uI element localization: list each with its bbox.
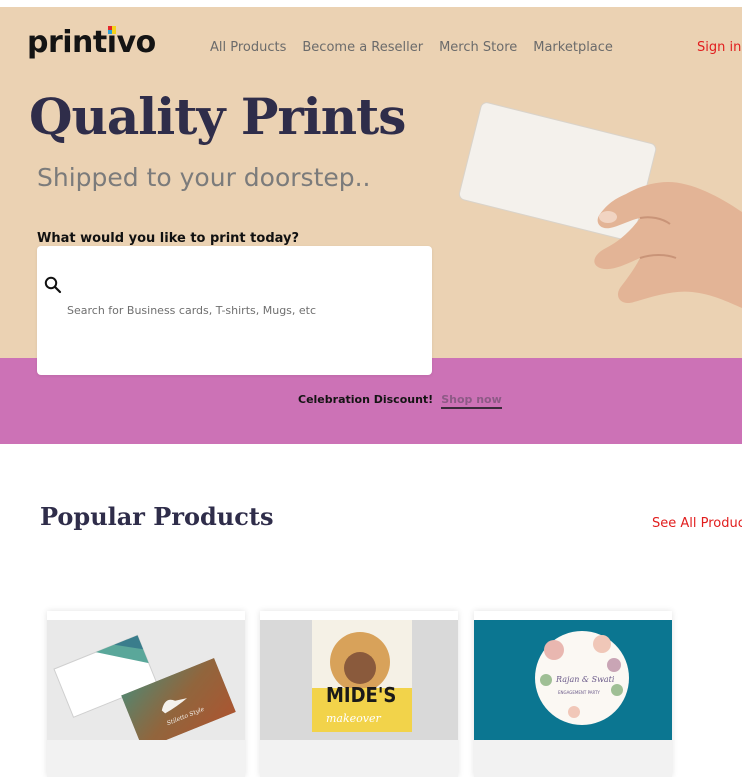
logo-text-start: print	[27, 25, 107, 60]
flyer-image: MIDE'S makeover	[260, 620, 458, 740]
logo-text-end: vo	[116, 25, 157, 60]
promo-label: Celebration Discount!	[298, 393, 434, 406]
sign-in-link[interactable]: Sign in	[697, 40, 741, 55]
promo-text: Celebration Discount! Shop now	[298, 393, 502, 409]
sticker-names: Rajan & Swati	[555, 675, 615, 684]
logo-color-dots	[107, 26, 116, 34]
nav-all-products[interactable]: All Products	[210, 40, 286, 55]
sticker-event: ENGAGEMENT PARTY	[558, 690, 600, 695]
product-card-stickers[interactable]: Rajan & Swati ENGAGEMENT PARTY	[474, 611, 672, 777]
see-all-products-link[interactable]: See All Products	[652, 516, 742, 531]
business-cards-image: Stiletto Style	[47, 620, 245, 740]
page: print ivo All Products Become a Reseller …	[0, 0, 742, 777]
search-icon	[44, 276, 62, 294]
popular-products-title: Popular Products	[40, 502, 274, 531]
card-caption-bar	[260, 740, 458, 777]
nav-become-reseller[interactable]: Become a Reseller	[302, 40, 423, 55]
search-box[interactable]	[37, 246, 432, 375]
card-caption-bar	[47, 740, 245, 777]
main-nav: All Products Become a Reseller Merch Sto…	[210, 40, 613, 55]
search-question: What would you like to print today?	[37, 231, 300, 246]
logo[interactable]: print ivo	[27, 25, 156, 60]
nav-merch-store[interactable]: Merch Store	[439, 40, 517, 55]
shop-now-link[interactable]: Shop now	[441, 393, 502, 409]
top-strip	[0, 0, 742, 7]
hero-title: Quality Prints	[29, 87, 406, 146]
logo-i-with-dots: i	[107, 25, 117, 60]
flyer-headline: MIDE'S	[326, 683, 396, 707]
nav-marketplace[interactable]: Marketplace	[533, 40, 613, 55]
flyer-script-text: makeover	[326, 712, 382, 725]
product-card-flyers[interactable]: MIDE'S makeover	[260, 611, 458, 777]
product-card-business-cards[interactable]: Stiletto Style	[47, 611, 245, 777]
hero-subtitle: Shipped to your doorstep..	[37, 163, 371, 192]
search-input[interactable]	[67, 298, 407, 322]
sticker-image: Rajan & Swati ENGAGEMENT PARTY	[474, 620, 672, 740]
card-caption-bar	[474, 740, 672, 777]
hand-holding-card-illustration	[458, 102, 742, 308]
